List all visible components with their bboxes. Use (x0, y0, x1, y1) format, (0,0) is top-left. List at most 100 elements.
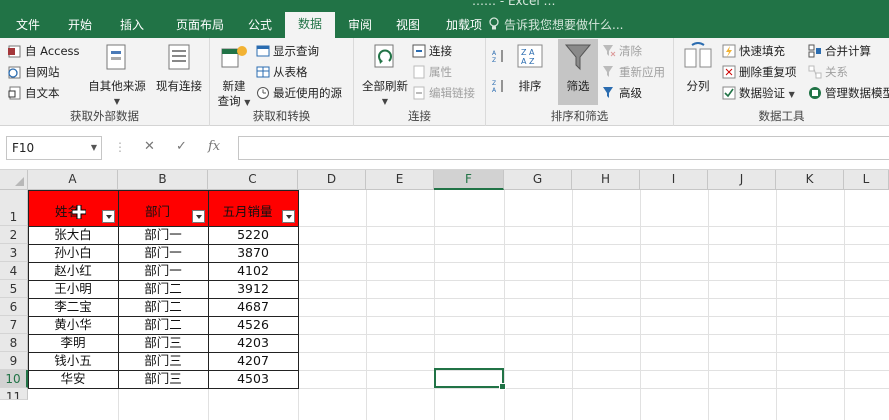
filter-button[interactable]: 筛选 (558, 39, 598, 105)
cell-name[interactable]: 赵小红 (28, 262, 118, 280)
filter-dropdown-icon[interactable] (282, 210, 295, 223)
row-header-1[interactable]: 1 (0, 190, 28, 226)
chevron-down-icon[interactable]: ▼ (91, 137, 97, 159)
insert-function-icon[interactable]: fx (208, 139, 220, 154)
cell-sales[interactable]: 4207 (208, 352, 298, 370)
column-header-k[interactable]: K (776, 170, 844, 190)
filter-dropdown-icon[interactable] (192, 210, 205, 223)
sort-descending-button[interactable]: ZA (492, 78, 509, 98)
cell-name[interactable]: 华安 (28, 370, 118, 388)
cell-department[interactable]: 部门二 (118, 280, 208, 298)
cell-department[interactable]: 部门一 (118, 262, 208, 280)
from-web-button[interactable]: 自网站 (8, 62, 60, 82)
cell-sales[interactable]: 4503 (208, 370, 298, 388)
column-header-g[interactable]: G (504, 170, 572, 190)
properties-button[interactable]: 属性 (412, 62, 452, 82)
flash-fill-button[interactable]: 快速填充 (722, 41, 785, 61)
tab-review[interactable]: 审阅 (338, 14, 382, 38)
row-header-8[interactable]: 8 (0, 334, 28, 352)
row-header-10[interactable]: 10 (0, 370, 28, 388)
text-to-columns-button[interactable]: 分列 (678, 41, 718, 94)
tab-home[interactable]: 开始 (58, 14, 102, 38)
row-header-9[interactable]: 9 (0, 352, 28, 370)
select-all-button[interactable] (0, 170, 28, 190)
column-header-d[interactable]: D (298, 170, 366, 190)
edit-links-button[interactable]: 编辑链接 (412, 83, 475, 103)
row-header-11[interactable]: 11 (0, 388, 28, 400)
cancel-icon[interactable]: ✕ (144, 139, 155, 154)
column-header-b[interactable]: B (118, 170, 208, 190)
remove-duplicates-button[interactable]: 删除重复项 (722, 62, 797, 82)
cell-sales[interactable]: 5220 (208, 226, 298, 244)
cell-department[interactable]: 部门三 (118, 334, 208, 352)
cell-sales[interactable]: 3870 (208, 244, 298, 262)
tab-file[interactable]: 文件 (6, 14, 50, 38)
cell-department[interactable]: 部门二 (118, 298, 208, 316)
column-header-a[interactable]: A (28, 170, 118, 190)
manage-data-model-button[interactable]: 管理数据模型 (808, 83, 889, 103)
sort-button[interactable]: Z AA Z 排序 (512, 41, 548, 94)
recent-sources-button[interactable]: 最近使用的源 (256, 83, 342, 103)
new-query-button[interactable]: 新建 查询 ▼ (214, 41, 254, 110)
cell-name[interactable]: 李二宝 (28, 298, 118, 316)
cell-department[interactable]: 部门二 (118, 316, 208, 334)
cell-department[interactable]: 部门三 (118, 370, 208, 388)
tab-view[interactable]: 视图 (386, 14, 430, 38)
enter-icon[interactable]: ✓ (176, 139, 187, 154)
cell-department[interactable]: 部门一 (118, 226, 208, 244)
from-table-button[interactable]: 从表格 (256, 62, 308, 82)
column-header-j[interactable]: J (708, 170, 776, 190)
tab-addins[interactable]: 加载项 (437, 14, 491, 38)
tab-insert[interactable]: 插入 (110, 14, 154, 38)
row-header-4[interactable]: 4 (0, 262, 28, 280)
cell-name[interactable]: 王小明 (28, 280, 118, 298)
column-header-l[interactable]: L (844, 170, 889, 190)
drag-handle-icon[interactable]: ⋮ (114, 140, 126, 154)
from-text-button[interactable]: 自文本 (8, 83, 60, 103)
formula-input[interactable] (238, 136, 889, 160)
cell-sales[interactable]: 4102 (208, 262, 298, 280)
cell-name[interactable]: 孙小白 (28, 244, 118, 262)
connections-button[interactable]: 连接 (412, 41, 452, 61)
row-header-7[interactable]: 7 (0, 316, 28, 334)
cell-name[interactable]: 黄小华 (28, 316, 118, 334)
header-cell-may-sales[interactable]: 五月销量 (208, 190, 299, 227)
tell-me-box[interactable]: 告诉我您想要做什么... (488, 14, 623, 36)
column-header-f[interactable]: F (434, 170, 504, 190)
data-validation-button[interactable]: 数据验证 ▼ (722, 83, 795, 103)
column-header-e[interactable]: E (366, 170, 434, 190)
cell-sales[interactable]: 4203 (208, 334, 298, 352)
tab-formulas[interactable]: 公式 (238, 14, 282, 38)
reapply-button[interactable]: 重新应用 (602, 62, 665, 82)
consolidate-button[interactable]: 合并计算 (808, 41, 871, 61)
row-header-6[interactable]: 6 (0, 298, 28, 316)
filter-dropdown-icon[interactable] (102, 210, 115, 223)
cell-sales[interactable]: 3912 (208, 280, 298, 298)
cell-sales[interactable]: 4687 (208, 298, 298, 316)
active-cell-f10[interactable] (434, 368, 506, 390)
row-header-3[interactable]: 3 (0, 244, 28, 262)
sort-ascending-button[interactable]: AZ (492, 48, 509, 68)
cell-department[interactable]: 部门一 (118, 244, 208, 262)
from-other-sources-button[interactable]: 自其他来源 ▼ (84, 41, 150, 109)
advanced-filter-button[interactable]: 高级 (602, 83, 642, 103)
header-cell-department[interactable]: 部门 (118, 190, 209, 227)
cell-name[interactable]: 张大白 (28, 226, 118, 244)
cell-name[interactable]: 钱小五 (28, 352, 118, 370)
column-header-i[interactable]: I (640, 170, 708, 190)
worksheet-grid[interactable]: A B C D E F G H I J K L 1 2 3 4 5 6 7 8 … (0, 170, 889, 420)
column-header-c[interactable]: C (208, 170, 298, 190)
tab-data[interactable]: 数据 (285, 12, 335, 38)
row-header-5[interactable]: 5 (0, 280, 28, 298)
clear-filter-button[interactable]: 清除 (602, 41, 642, 61)
tab-page-layout[interactable]: 页面布局 (164, 14, 236, 38)
column-header-h[interactable]: H (572, 170, 640, 190)
cell-name[interactable]: 李明 (28, 334, 118, 352)
relationships-button[interactable]: 关系 (808, 62, 848, 82)
existing-connections-button[interactable]: 现有连接 (152, 41, 206, 94)
show-queries-button[interactable]: 显示查询 (256, 41, 319, 61)
cell-department[interactable]: 部门三 (118, 352, 208, 370)
name-box[interactable]: F10 ▼ (6, 136, 102, 160)
row-header-2[interactable]: 2 (0, 226, 28, 244)
cell-sales[interactable]: 4526 (208, 316, 298, 334)
